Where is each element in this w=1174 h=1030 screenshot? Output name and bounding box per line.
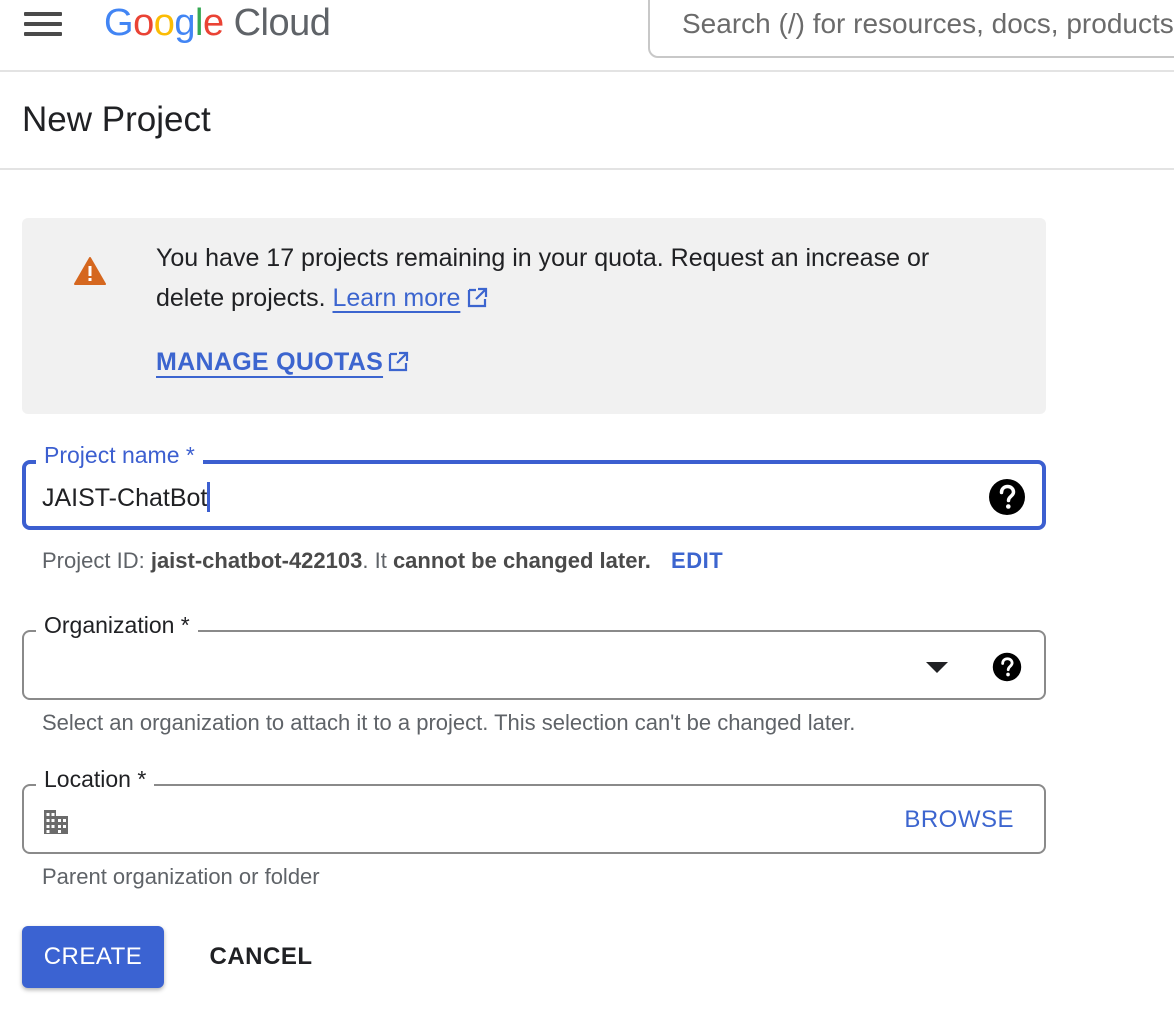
external-link-icon[interactable]	[466, 287, 488, 309]
help-icon[interactable]	[988, 478, 1026, 516]
cancel-button[interactable]: CANCEL	[190, 926, 332, 988]
browse-button[interactable]: BROWSE	[904, 806, 1014, 834]
google-cloud-logo[interactable]: Google Cloud	[104, 0, 331, 48]
project-id-prefix: Project ID:	[42, 548, 145, 573]
project-name-label: Project name *	[36, 440, 203, 470]
organization-hint: Select an organization to attach it to a…	[42, 710, 856, 735]
quota-notice: You have 17 projects remaining in your q…	[22, 218, 1046, 414]
project-id-value: jaist-chatbot-422103	[150, 548, 363, 573]
edit-project-id-button[interactable]: EDIT	[671, 548, 723, 573]
logo-letter: l	[194, 2, 203, 44]
logo-cloud-word: Cloud	[233, 2, 331, 44]
project-name-input[interactable]: JAIST-ChatBot	[42, 482, 942, 513]
location-hint: Parent organization or folder	[42, 864, 320, 889]
external-link-icon	[388, 351, 409, 372]
manage-quotas-label: MANAGE QUOTAS	[156, 348, 384, 376]
logo-letter: g	[174, 2, 195, 44]
learn-more-link[interactable]: Learn more	[333, 284, 461, 312]
top-app-bar: Google Cloud Search (/) for resources, do…	[0, 0, 1174, 72]
logo-letter: o	[153, 2, 175, 44]
project-id-middle: . It	[362, 548, 387, 573]
search-input[interactable]: Search (/) for resources, docs, products…	[648, 0, 1174, 58]
location-field[interactable]: Location * BROWSE	[22, 764, 1046, 854]
logo-letter: e	[202, 2, 224, 44]
quota-message: You have 17 projects remaining in your q…	[156, 244, 930, 312]
manage-quotas-link[interactable]: MANAGE QUOTAS	[156, 348, 409, 377]
quota-notice-text: You have 17 projects remaining in your q…	[156, 238, 996, 318]
page-header: New Project	[0, 72, 1174, 170]
building-icon	[44, 810, 68, 834]
dropdown-arrow-icon[interactable]	[926, 662, 948, 673]
text-cursor	[207, 482, 211, 512]
project-id-warning: cannot be changed later.	[392, 548, 651, 573]
logo-letter: G	[104, 2, 134, 44]
warning-icon	[74, 257, 106, 285]
project-name-value: JAIST-ChatBot	[42, 484, 208, 512]
logo-letter: o	[133, 2, 154, 44]
search-placeholder: Search (/) for resources, docs, products…	[682, 8, 1174, 39]
organization-select[interactable]: Organization *	[22, 610, 1046, 700]
create-button[interactable]: CREATE	[22, 926, 164, 988]
location-label: Location *	[36, 764, 155, 794]
help-icon[interactable]	[992, 652, 1022, 682]
menu-icon[interactable]	[24, 12, 62, 36]
organization-label: Organization *	[36, 610, 198, 640]
page-title: New Project	[22, 100, 211, 139]
project-id-hint: Project ID: jaist-chatbot-422103. It can…	[42, 548, 723, 574]
project-name-field[interactable]: Project name * JAIST-ChatBot	[22, 440, 1046, 530]
